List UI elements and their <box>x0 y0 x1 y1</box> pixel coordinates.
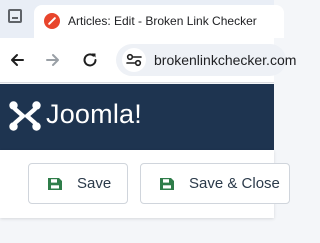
arrow-right-icon <box>46 54 59 66</box>
tab-search-icon <box>8 9 22 23</box>
browser-tab-strip: Articles: Edit - Broken Link Checker <box>0 0 284 38</box>
joomla-logo-icon[interactable] <box>8 99 42 133</box>
browser-toolbar: brokenlinkchecker.com <box>0 38 296 83</box>
edit-toolbar: Save Save & Close <box>0 150 290 218</box>
site-info-button[interactable] <box>122 48 146 72</box>
save-button[interactable]: Save <box>28 163 128 204</box>
save-button-label: Save <box>77 175 112 192</box>
tune-icon <box>126 53 142 67</box>
url-text: brokenlinkchecker.com <box>154 52 297 68</box>
address-bar[interactable]: brokenlinkchecker.com <box>116 44 296 76</box>
browser-tab-active[interactable]: Articles: Edit - Broken Link Checker <box>34 5 284 38</box>
joomla-header: Joomla! <box>0 84 274 150</box>
back-button[interactable] <box>6 49 28 71</box>
arrow-left-icon <box>11 54 24 66</box>
tab-title: Articles: Edit - Broken Link Checker <box>68 14 257 28</box>
save-close-button[interactable]: Save & Close <box>140 163 290 204</box>
reload-button[interactable] <box>79 49 101 71</box>
reload-icon <box>83 53 97 67</box>
save-icon <box>48 177 62 190</box>
save-close-button-label: Save & Close <box>189 175 280 192</box>
save-icon <box>160 177 174 190</box>
joomla-wordmark: Joomla! <box>46 99 142 129</box>
forward-button[interactable] <box>42 49 64 71</box>
tab-group-button[interactable] <box>0 6 30 38</box>
link-checker-favicon-icon <box>44 13 60 29</box>
